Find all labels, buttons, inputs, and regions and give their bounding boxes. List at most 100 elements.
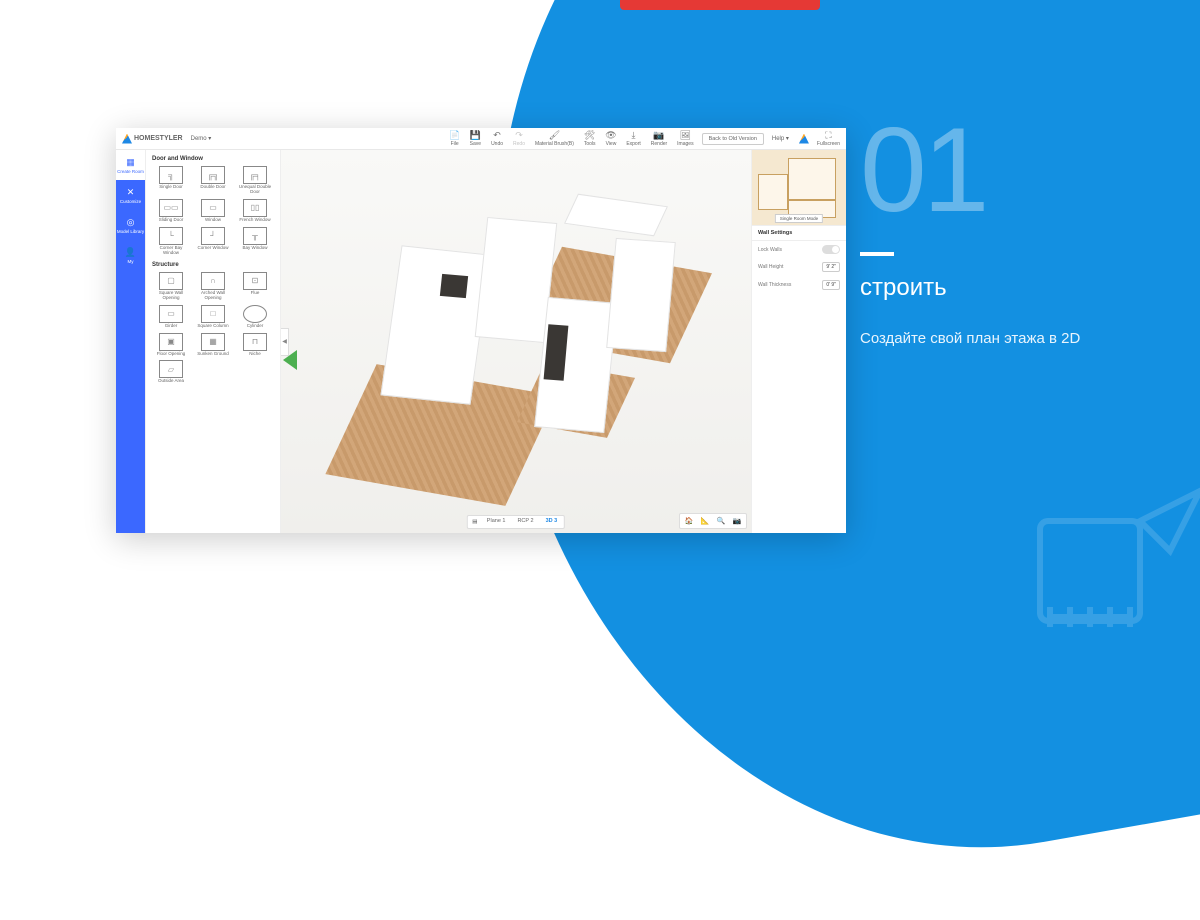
flue-icon: ⊡ (243, 272, 267, 290)
tb-undo[interactable]: ↶Undo (491, 130, 503, 147)
bay-window-icon: ╥ (243, 227, 267, 245)
tool-floor-opening[interactable]: ▣Floor Opening (152, 333, 190, 357)
tb-material-brush[interactable]: 🖌Material Brush(B) (535, 130, 574, 147)
promo-title: строить (860, 274, 1140, 302)
left-nav: ▦ Create Room ✕ Customize ◎ Model Librar… (116, 150, 146, 533)
view-icon: 👁 (606, 130, 616, 140)
palette-section-title-2: Structure (152, 262, 274, 268)
tb-file[interactable]: 📄File (450, 130, 460, 147)
tb-label: Redo (513, 141, 525, 147)
tool-french-window[interactable]: ▯▯French Window (236, 199, 274, 223)
palette-grid-structure: ▢Square Wall Opening ∩Arched Wall Openin… (152, 272, 274, 385)
tb-label: Render (651, 141, 667, 147)
french-window-icon: ▯▯ (243, 199, 267, 217)
redo-icon: ↷ (514, 130, 524, 140)
tb-export[interactable]: ⤓Export (626, 130, 640, 147)
palette-section-title: Door and Window (152, 156, 274, 162)
tb-tools[interactable]: 🛠Tools (584, 130, 596, 147)
app-toolbar: HOMESTYLER Demo ▾ 📄File 💾Save ↶Undo ↷Red… (116, 128, 846, 150)
outside-area-icon: ▱ (159, 360, 183, 378)
lock-walls-row: Lock Walls (752, 241, 846, 258)
tool-arched-wall-opening[interactable]: ∩Arched Wall Opening (194, 272, 232, 301)
nav-model-library[interactable]: ◎ Model Library (116, 210, 145, 240)
tb-label: Save (470, 141, 481, 147)
tb-save[interactable]: 💾Save (470, 130, 481, 147)
tab-plane[interactable]: Plane 1 (482, 517, 511, 527)
tool-single-door[interactable]: ╗Single Door (152, 166, 190, 195)
camera-icon[interactable]: 📷 (732, 516, 742, 526)
tool-square-column[interactable]: □Square Column (194, 305, 232, 329)
nav-my[interactable]: 👤 My (116, 240, 145, 270)
tool-bay-window[interactable]: ╥Bay Window (236, 227, 274, 256)
nav-label: Customize (120, 199, 141, 204)
tb-redo[interactable]: ↷Redo (513, 130, 525, 147)
wall-height-value[interactable]: 9' 2" (822, 262, 840, 272)
tb-fullscreen[interactable]: ⛶Fullscreen (817, 130, 840, 147)
lock-walls-toggle[interactable] (822, 245, 840, 254)
measure-icon[interactable]: 📐 (700, 516, 710, 526)
tb-label: Export (626, 141, 640, 147)
arched-opening-icon: ∩ (201, 272, 225, 290)
back-to-old-version-button[interactable]: Back to Old Version (702, 133, 764, 145)
palette-grid-doors: ╗Single Door ╔╗Double Door ╔╕Unequal Dou… (152, 166, 274, 256)
canvas-3d-view[interactable]: ◀ ▤ Plane 1 RCP 2 3D 3 (281, 150, 751, 533)
walk-icon[interactable]: 🏠 (684, 516, 694, 526)
floor-opening-icon: ▣ (159, 333, 183, 351)
minimap[interactable]: Single Room Mode (752, 150, 846, 226)
nav-customize[interactable]: ✕ Customize (116, 180, 145, 210)
single-door-icon: ╗ (159, 166, 183, 184)
app-body: ▦ Create Room ✕ Customize ◎ Model Librar… (116, 150, 846, 533)
tb-images[interactable]: 🖼Images (677, 130, 693, 147)
nav-label: My (128, 259, 134, 264)
tb-render[interactable]: 📷Render (651, 130, 667, 147)
help-dropdown[interactable]: Help ▾ (772, 135, 789, 142)
wall (564, 194, 668, 237)
app-logo: HOMESTYLER (122, 134, 183, 144)
zoom-icon[interactable]: 🔍 (716, 516, 726, 526)
tool-unequal-double-door[interactable]: ╔╕Unequal Double Door (236, 166, 274, 195)
tool-square-wall-opening[interactable]: ▢Square Wall Opening (152, 272, 190, 301)
step-number: 01 (860, 110, 1140, 230)
tool-niche[interactable]: ⊓Niche (236, 333, 274, 357)
tool-corner-window[interactable]: ┘Corner Window (194, 227, 232, 256)
tool-sliding-door[interactable]: ▭▭Sliding Door (152, 199, 190, 223)
wall-thickness-value[interactable]: 0' 9" (822, 280, 840, 290)
lock-walls-label: Lock Walls (758, 247, 782, 253)
wall-thickness-label: Wall Thickness (758, 282, 791, 288)
tab-3d[interactable]: 3D 3 (541, 517, 563, 527)
tool-corner-bay-window[interactable]: └Corner Bay Window (152, 227, 190, 256)
tool-cylinder[interactable]: Cylinder (236, 305, 274, 329)
palette-panel: Door and Window ╗Single Door ╔╗Double Do… (146, 150, 281, 533)
tool-window[interactable]: ▭Window (194, 199, 232, 223)
secondary-logo-icon (799, 134, 809, 144)
wall-height-row: Wall Height 9' 2" (752, 258, 846, 276)
tool-outside-area[interactable]: ▱Outside Area (152, 360, 190, 384)
furniture (440, 274, 468, 298)
nav-fill (116, 270, 145, 533)
tb-label: Tools (584, 141, 596, 147)
layers-icon[interactable]: ▤ (470, 517, 480, 527)
undo-icon: ↶ (492, 130, 502, 140)
project-dropdown[interactable]: Demo ▾ (191, 135, 212, 142)
tool-girder[interactable]: ▭Girder (152, 305, 190, 329)
promo-description: Создайте свой план этажа в 2D (860, 328, 1090, 351)
wall (606, 238, 676, 352)
tb-view[interactable]: 👁View (606, 130, 617, 147)
tab-rcp[interactable]: RCP 2 (512, 517, 538, 527)
render-icon: 📷 (654, 130, 664, 140)
fullscreen-icon: ⛶ (823, 130, 833, 140)
double-door-icon: ╔╗ (201, 166, 225, 184)
file-icon: 📄 (450, 130, 460, 140)
minimap-mode-button[interactable]: Single Room Mode (775, 214, 823, 223)
wall-settings-title: Wall Settings (752, 226, 846, 241)
tool-sunken-ground[interactable]: ▦Sunken Ground (194, 333, 232, 357)
divider (860, 252, 894, 256)
my-icon: 👤 (125, 247, 136, 258)
create-room-icon: ▦ (126, 157, 135, 168)
logo-icon (122, 134, 132, 144)
wall-thickness-row: Wall Thickness 0' 9" (752, 276, 846, 294)
nav-create-room[interactable]: ▦ Create Room (116, 150, 145, 180)
watermark-design-icon (1020, 441, 1200, 641)
tool-flue[interactable]: ⊡Flue (236, 272, 274, 301)
tool-double-door[interactable]: ╔╗Double Door (194, 166, 232, 195)
